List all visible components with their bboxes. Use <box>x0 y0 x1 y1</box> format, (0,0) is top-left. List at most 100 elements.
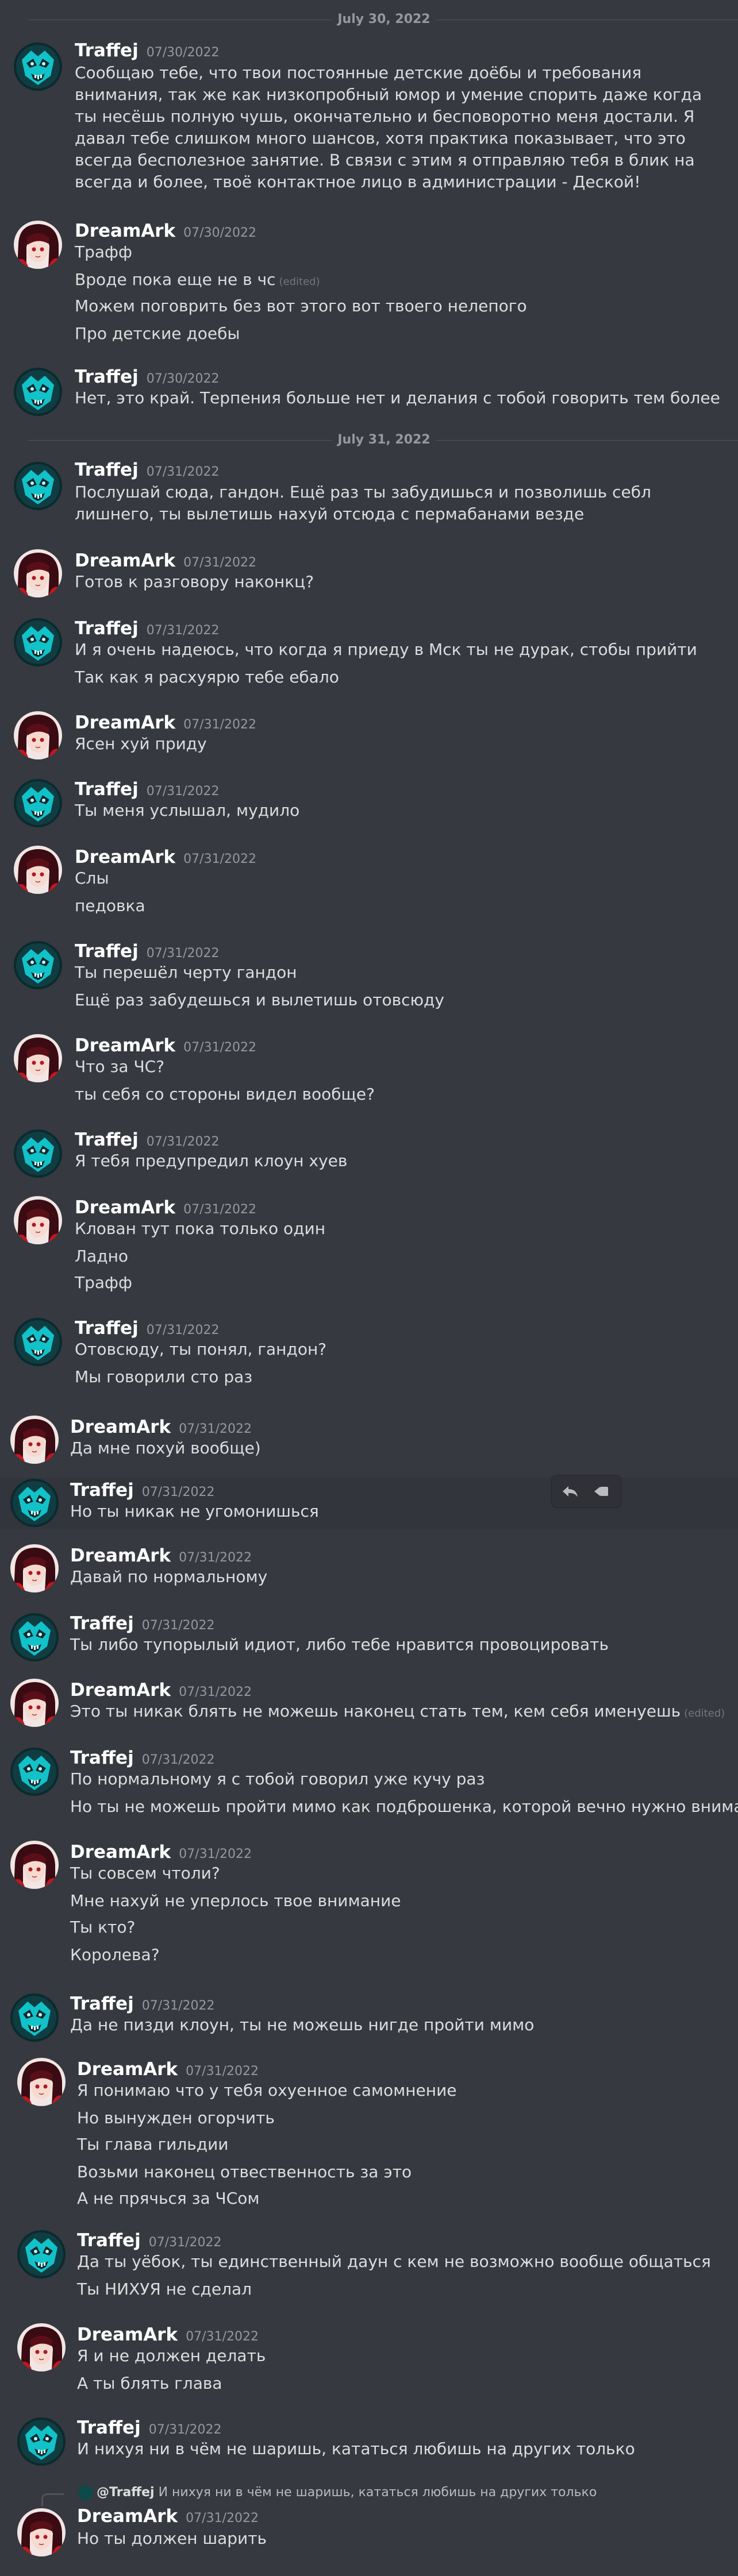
message-text: Ты кто? <box>70 1918 136 1937</box>
reply-preview[interactable]: @Traffej И нихуя ни в чём не шаришь, кат… <box>78 2485 597 2500</box>
message-text: Нет, это край. Терпения больше нет и дел… <box>75 388 720 407</box>
author-name[interactable]: Traffej <box>77 2417 141 2438</box>
author-name[interactable]: Traffej <box>77 2230 141 2251</box>
message-group: DreamArk 07/31/2022 Что за ЧС? ты себя со… <box>0 1034 738 1115</box>
author-name[interactable]: Traffej <box>75 1318 139 1339</box>
message-text: Да не пизди клоун, ты не можешь нигде пр… <box>70 2015 535 2034</box>
author-name[interactable]: DreamArk <box>75 1035 175 1056</box>
traffej-avatar-icon[interactable] <box>10 1993 59 2042</box>
traffej-avatar-icon[interactable] <box>10 1748 59 1796</box>
message-text: Слы <box>75 869 109 888</box>
message-text: Мне нахуй не уперлось твое внимание <box>70 1891 401 1910</box>
message-text: Королева? <box>70 1945 160 1964</box>
timestamp: 07/31/2022 <box>148 2235 222 2250</box>
author-name[interactable]: Traffej <box>70 1993 134 2014</box>
message-text: Вроде пока еще не в чс (edited) <box>75 270 320 289</box>
message-group: Traffej 07/31/2022 Но ты никак не угомони… <box>0 1475 738 1529</box>
author-name[interactable]: DreamArk <box>70 1545 171 1566</box>
message-group: DreamArk 07/31/2022 Клован тут пока тольк… <box>0 1196 738 1305</box>
author-name[interactable]: DreamArk <box>77 2506 178 2527</box>
reply-author[interactable]: @Traffej <box>97 2485 155 2500</box>
author-name[interactable]: Traffej <box>70 1613 134 1634</box>
author-name[interactable]: DreamArk <box>70 1417 171 1437</box>
dreamark-avatar-icon[interactable] <box>14 221 62 269</box>
traffej-avatar-icon[interactable] <box>10 1613 59 1661</box>
dreamark-avatar-icon[interactable] <box>10 1544 59 1592</box>
traffej-avatar-icon[interactable] <box>14 43 62 91</box>
timestamp: 07/31/2022 <box>146 1135 220 1149</box>
message-text: Отовсюду, ты понял, гандон? <box>75 1340 327 1359</box>
author-name[interactable]: DreamArk <box>75 712 175 733</box>
author-name[interactable]: Traffej <box>75 1129 139 1150</box>
dreamark-avatar-icon[interactable] <box>14 846 62 894</box>
author-name[interactable]: Traffej <box>75 460 139 480</box>
message-group: Traffej 07/31/2022 Послушай сюда, гандон.… <box>0 458 738 533</box>
timestamp: 07/31/2022 <box>183 852 256 866</box>
author-name[interactable]: DreamArk <box>75 847 175 867</box>
traffej-avatar-icon[interactable] <box>17 2230 66 2278</box>
message-text: А не прячься за ЧСом <box>77 2189 260 2208</box>
dreamark-avatar-icon[interactable] <box>17 2508 66 2556</box>
traffej-avatar-icon[interactable] <box>14 1318 62 1366</box>
message-text: Да мне похуй вообще) <box>70 1439 261 1457</box>
dreamark-avatar-icon[interactable] <box>10 1841 59 1889</box>
author-name[interactable]: DreamArk <box>70 1842 171 1862</box>
author-name[interactable]: DreamArk <box>70 1680 171 1700</box>
dreamark-avatar-icon[interactable] <box>14 549 62 597</box>
message-text: Трафф <box>75 242 132 261</box>
message-group: Traffej 07/31/2022 Отовсюду, ты понял, га… <box>0 1317 738 1397</box>
traffej-avatar-icon[interactable] <box>17 2417 66 2466</box>
timestamp: 07/31/2022 <box>146 465 220 479</box>
message-text: Послушай сюда, гандон. Ещё раз ты забуди… <box>75 483 651 523</box>
more-actions-icon[interactable] <box>591 1481 612 1502</box>
message-group: DreamArk 07/31/2022 Ты совсем чтоли? Мне … <box>0 1841 738 1973</box>
traffej-avatar-icon[interactable] <box>14 368 62 416</box>
author-name[interactable]: Traffej <box>70 1480 134 1501</box>
traffej-avatar-icon[interactable] <box>14 779 62 827</box>
timestamp: 07/31/2022 <box>146 784 220 799</box>
message-group: DreamArk 07/31/2022 Это ты никак блять не… <box>0 1679 738 1730</box>
author-name[interactable]: DreamArk <box>75 550 175 571</box>
dreamark-avatar-icon[interactable] <box>14 1034 62 1082</box>
traffej-avatar-icon[interactable] <box>14 618 62 666</box>
author-name[interactable]: Traffej <box>75 779 139 800</box>
message-group: Traffej 07/31/2022 Да ты уёбок, ты единст… <box>0 2229 738 2309</box>
message-text: Ты меня услышал, мудило <box>75 801 300 820</box>
timestamp: 07/31/2022 <box>186 2511 259 2525</box>
traffej-avatar-icon[interactable] <box>14 1129 62 1178</box>
author-name[interactable]: Traffej <box>75 367 139 387</box>
dreamark-avatar-icon[interactable] <box>14 711 62 759</box>
reply-connector <box>41 2493 64 2506</box>
author-name[interactable]: Traffej <box>70 1748 134 1768</box>
message-text: Ещё раз забудешься и вылетишь отовсюду <box>75 990 444 1009</box>
message-text: Что за ЧС? <box>75 1057 165 1076</box>
author-name[interactable]: Traffej <box>75 618 139 639</box>
reply-icon[interactable] <box>560 1481 581 1502</box>
author-name[interactable]: DreamArk <box>77 2059 178 2080</box>
reply-avatar-icon <box>78 2485 93 2500</box>
dreamark-avatar-icon[interactable] <box>10 1416 59 1464</box>
message-text: Я и не должен делать <box>77 2346 266 2365</box>
message-text: ты себя со стороны видел вообще? <box>75 1085 375 1104</box>
dreamark-avatar-icon[interactable] <box>14 1196 62 1244</box>
message-group: Traffej 07/31/2022 Я тебя предупредил кло… <box>0 1128 738 1180</box>
traffej-avatar-icon[interactable] <box>14 941 62 989</box>
timestamp: 07/31/2022 <box>179 1551 252 1565</box>
date-divider: July 31, 2022 <box>28 433 738 447</box>
traffej-avatar-icon[interactable] <box>14 462 62 510</box>
dreamark-avatar-icon[interactable] <box>10 1679 59 1727</box>
message-text: Давай по нормальному <box>70 1567 268 1586</box>
timestamp: 07/31/2022 <box>186 2064 259 2078</box>
dreamark-avatar-icon[interactable] <box>17 2323 66 2371</box>
author-name[interactable]: Traffej <box>75 40 139 61</box>
author-name[interactable]: DreamArk <box>77 2324 178 2345</box>
dreamark-avatar-icon[interactable] <box>17 2058 66 2106</box>
author-name[interactable]: DreamArk <box>75 221 175 241</box>
timestamp: 07/31/2022 <box>183 718 256 732</box>
message-text: Но ты должен шарить <box>77 2529 267 2548</box>
message-text: Но вынужден огорчить <box>77 2108 275 2127</box>
author-name[interactable]: Traffej <box>75 941 139 962</box>
author-name[interactable]: DreamArk <box>75 1197 175 1218</box>
traffej-avatar-icon[interactable] <box>10 1479 59 1527</box>
message-text: Но ты не можешь пройти мимо как подброше… <box>70 1797 738 1816</box>
